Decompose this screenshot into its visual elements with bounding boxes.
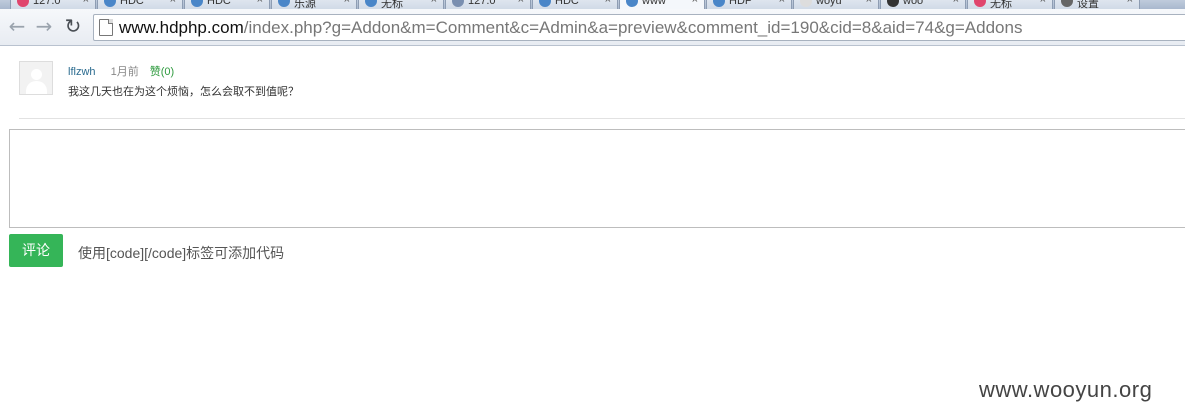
address-bar[interactable]: www.hdphp.com/index.php?g=Addon&m=Commen… (93, 14, 1185, 41)
hd-logo-icon (626, 0, 638, 7)
submit-comment-button[interactable]: 评论 (9, 234, 63, 267)
comment-textarea[interactable] (9, 129, 1185, 228)
close-tab-icon[interactable]: × (518, 0, 524, 6)
tab-title: HDC (555, 0, 579, 7)
forward-button[interactable]: → (33, 15, 55, 37)
circle-pink-icon (17, 0, 29, 7)
tab-title: 无标 (381, 0, 403, 9)
tab-title: 127.0 (33, 0, 61, 7)
tab-title: 127.0 (468, 0, 496, 7)
tab-title: woo (903, 0, 924, 7)
tab[interactable]: www × (619, 0, 705, 9)
tab-title: woyu (816, 0, 842, 7)
close-tab-icon[interactable]: × (953, 0, 959, 6)
hd-logo-icon (365, 0, 377, 7)
reload-button[interactable]: ↻ (62, 15, 84, 37)
hd-logo-icon (104, 0, 116, 7)
url-host: www.hdphp.com (119, 18, 244, 37)
close-tab-icon[interactable]: × (344, 0, 350, 6)
avatar[interactable] (19, 61, 53, 95)
tab-title: HDP (729, 0, 753, 7)
close-tab-icon[interactable]: × (83, 0, 89, 6)
close-tab-icon[interactable]: × (431, 0, 437, 6)
divider (19, 118, 1185, 119)
close-tab-icon[interactable]: × (1040, 0, 1046, 6)
url-text[interactable]: www.hdphp.com/index.php?g=Addon&m=Commen… (119, 18, 1022, 38)
close-tab-icon[interactable]: × (692, 0, 698, 6)
close-tab-icon[interactable]: × (1127, 0, 1133, 6)
tab[interactable]: HDC × (532, 0, 618, 9)
close-tab-icon[interactable]: × (170, 0, 176, 6)
back-button[interactable]: ← (6, 15, 28, 37)
browser-toolbar: ← → ↻ www.hdphp.com/index.php?g=Addon&m=… (0, 9, 1185, 46)
tab[interactable]: 设置 × (1054, 0, 1140, 9)
tab[interactable]: 无标 × (967, 0, 1053, 9)
hd-logo-icon (278, 0, 290, 7)
hd-logo-icon (191, 0, 203, 7)
tab-title: www (642, 0, 666, 7)
tab[interactable]: 无标 × (358, 0, 444, 9)
tab-title: 无标 (990, 0, 1012, 9)
page-icon (800, 0, 812, 7)
tab[interactable]: woo × (880, 0, 966, 9)
close-tab-icon[interactable]: × (257, 0, 263, 6)
hd-logo-icon (713, 0, 725, 7)
gear-icon (1061, 0, 1073, 7)
avatar-head (31, 69, 42, 80)
tab-strip: 127.0 × HDC × HDC × 乐源 × 无标 × 127.0 × HDC × www × HDP × wo… (0, 0, 1185, 9)
code-tag-hint: 使用[code][/code]标签可添加代码 (78, 245, 285, 261)
tab[interactable]: 127.0 × (10, 0, 96, 9)
tab[interactable]: 127.0 × (445, 0, 531, 9)
tab[interactable]: 乐源 × (271, 0, 357, 9)
url-path: /index.php?g=Addon&m=Comment&c=Admin&a=p… (243, 18, 1023, 37)
tab[interactable]: HDC × (184, 0, 270, 9)
tab-title: 乐源 (294, 0, 316, 9)
tab-title: HDC (207, 0, 231, 7)
comment-time: 1月前 (110, 66, 139, 78)
close-tab-icon[interactable]: × (605, 0, 611, 6)
pma-logo-icon (452, 0, 464, 7)
tab[interactable]: HDP × (706, 0, 792, 9)
tab[interactable]: woyu × (793, 0, 879, 9)
watermark: www.wooyun.org (979, 377, 1153, 402)
hd-logo-icon (539, 0, 551, 7)
comment-text: 我这几天也在为这个烦恼，怎么会取不到值呢？ (68, 86, 299, 98)
close-tab-icon[interactable]: × (779, 0, 785, 6)
tab[interactable]: HDC × (97, 0, 183, 9)
close-tab-icon[interactable]: × (866, 0, 872, 6)
dark-square-icon (887, 0, 899, 7)
circle-pink-icon (974, 0, 986, 7)
avatar-body (26, 81, 47, 94)
tab-title: 设置 (1077, 0, 1099, 9)
page-icon (99, 19, 113, 36)
comment-username[interactable]: lflzwh (68, 66, 96, 78)
tab-title: HDC (120, 0, 144, 7)
like-button[interactable]: 赞(0) (150, 66, 174, 78)
comment-meta: lflzwh 1月前 赞(0) (68, 63, 174, 79)
